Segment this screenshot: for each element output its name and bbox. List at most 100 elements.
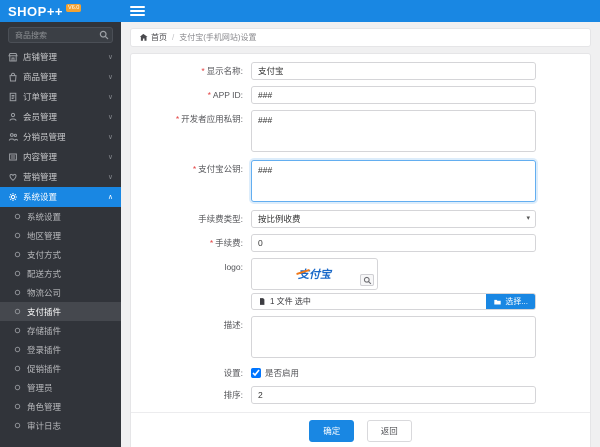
- enable-checkbox[interactable]: [251, 368, 261, 378]
- magnifier-icon[interactable]: [360, 274, 374, 286]
- chevron-down-icon: ∨: [107, 154, 113, 161]
- sidebar-subitem-roles[interactable]: 角色管理: [0, 397, 121, 416]
- breadcrumb-separator: /: [172, 33, 175, 42]
- chevron-down-icon: ▾: [526, 215, 530, 222]
- display-name-input[interactable]: [251, 62, 536, 80]
- fee-type-selected-value: 按比例收费: [258, 214, 301, 224]
- form-row-public-key: 支付宝公钥: ###: [131, 160, 590, 204]
- sidebar-item-distributors[interactable]: 分销员管理 ∨: [0, 127, 121, 147]
- sidebar-subitem-promotion-plugins[interactable]: 促销插件: [0, 359, 121, 378]
- sidebar-item-label: 内容管理: [23, 152, 58, 162]
- sidebar-item-orders[interactable]: 订单管理 ∨: [0, 87, 121, 107]
- file-icon: [260, 298, 265, 305]
- form-row-private-key: 开发者应用私钥: ###: [131, 110, 590, 154]
- sidebar-subitem-label: 配送方式: [27, 268, 62, 279]
- settings-label: 设置:: [223, 368, 243, 378]
- back-button[interactable]: 返回: [366, 420, 412, 442]
- fee-label: 手续费:: [131, 234, 251, 252]
- circle-bullet-icon: [13, 307, 22, 316]
- sidebar-subitem-label: 促销插件: [27, 363, 62, 374]
- form-footer: 确定 返回: [131, 412, 590, 447]
- search-icon[interactable]: [99, 30, 109, 40]
- sidebar-item-label: 分销员管理: [23, 132, 66, 142]
- sidebar-subitem-regions[interactable]: 地区管理: [0, 226, 121, 245]
- sidebar-item-label: 系统设置: [23, 192, 58, 202]
- fee-type-select[interactable]: 按比例收费 ▾: [251, 210, 536, 228]
- file-upload-bar: 1 文件 选中 选择...: [251, 293, 536, 310]
- sidebar-item-marketing[interactable]: 营销管理 ∨: [0, 167, 121, 187]
- sidebar-subitem-login-plugins[interactable]: 登录插件: [0, 340, 121, 359]
- sidebar-subitem-label: 支付方式: [27, 249, 62, 260]
- description-label: 描述:: [223, 320, 243, 330]
- main-area: 首页 / 支付宝(手机网站)设置 显示名称: APP ID: 开发者应用私钥: …: [121, 0, 600, 447]
- public-key-textarea[interactable]: ###: [251, 160, 536, 202]
- sidebar-subitem-label: 存储插件: [27, 325, 62, 336]
- sidebar-subitem-payment-methods[interactable]: 支付方式: [0, 245, 121, 264]
- chevron-down-icon: ∨: [107, 74, 113, 81]
- order-icon: [8, 92, 18, 102]
- breadcrumb-home-label: 首页: [151, 33, 167, 42]
- content-area: 首页 / 支付宝(手机网站)设置 显示名称: APP ID: 开发者应用私钥: …: [121, 22, 600, 447]
- chevron-down-icon: ∨: [107, 94, 113, 101]
- top-bar: [121, 0, 600, 22]
- breadcrumb-current: 支付宝(手机网站)设置: [179, 33, 257, 42]
- chevron-down-icon: ∨: [107, 174, 113, 181]
- private-key-textarea[interactable]: ###: [251, 110, 536, 152]
- folder-icon: [494, 299, 502, 305]
- display-name-label: 显示名称:: [131, 62, 251, 80]
- sidebar-subitem-label: 角色管理: [27, 401, 62, 412]
- sidebar-item-members[interactable]: 会员管理 ∨: [0, 107, 121, 127]
- sidebar-subitem-label: 审计日志: [27, 420, 62, 431]
- sidebar-subitem-label: 物流公司: [27, 287, 62, 298]
- heart-icon: [8, 172, 18, 182]
- public-key-label: 支付宝公钥:: [131, 160, 251, 204]
- payment-plugin-form: 显示名称: APP ID: 开发者应用私钥: ### 支付宝公钥: ### 手续…: [130, 53, 591, 447]
- sidebar-subitem-system-settings[interactable]: 系统设置: [0, 207, 121, 226]
- store-icon: [8, 52, 18, 62]
- sidebar-item-content[interactable]: 内容管理 ∨: [0, 147, 121, 167]
- form-row-fee-type: 手续费类型: 按比例收费 ▾: [131, 210, 590, 228]
- sidebar-subitem-shipping-methods[interactable]: 配送方式: [0, 264, 121, 283]
- sidebar-subitem-label: 登录插件: [27, 344, 62, 355]
- alipay-logo-image: 支付宝: [298, 266, 331, 282]
- hamburger-menu-icon[interactable]: [130, 4, 145, 18]
- member-icon: [8, 112, 18, 122]
- fee-input[interactable]: [251, 234, 536, 252]
- sidebar-item-system-settings[interactable]: 系统设置 ∧: [0, 187, 121, 207]
- goods-icon: [8, 72, 18, 82]
- sidebar-item-goods[interactable]: 商品管理 ∨: [0, 67, 121, 87]
- circle-bullet-icon: [13, 402, 22, 411]
- sort-label: 排序:: [223, 390, 243, 400]
- home-icon: [139, 33, 148, 41]
- sidebar-subitem-audit-log[interactable]: 审计日志: [0, 416, 121, 435]
- sidebar-subitem-storage-plugins[interactable]: 存储插件: [0, 321, 121, 340]
- sort-input[interactable]: [251, 386, 536, 404]
- sidebar-subitem-logistics[interactable]: 物流公司: [0, 283, 121, 302]
- form-row-display-name: 显示名称:: [131, 62, 590, 80]
- sidebar-search: [0, 22, 121, 47]
- sidebar-item-label: 商品管理: [23, 72, 58, 82]
- sidebar-subitem-payment-plugins[interactable]: 支付插件: [0, 302, 121, 321]
- private-key-label: 开发者应用私钥:: [131, 110, 251, 154]
- chevron-down-icon: ∨: [107, 54, 113, 61]
- confirm-button[interactable]: 确定: [309, 420, 355, 442]
- logo-bar: SHOP++ V6.0: [0, 0, 121, 22]
- sidebar-subitem-admins[interactable]: 管理员: [0, 378, 121, 397]
- description-textarea[interactable]: [251, 316, 536, 358]
- choose-file-button[interactable]: 选择...: [486, 294, 535, 309]
- logo-label: logo:: [224, 262, 243, 272]
- sidebar-subitem-label: 地区管理: [27, 230, 62, 241]
- fee-type-label: 手续费类型:: [198, 214, 243, 224]
- sidebar: SHOP++ V6.0 店铺管理 ∨ 商品管理 ∨: [0, 0, 121, 447]
- file-selected-info: 1 文件 选中: [252, 296, 486, 307]
- sidebar-menu: 店铺管理 ∨ 商品管理 ∨ 订单管理 ∨ 会员管理 ∨ 分销员管理 ∨ 内容管理…: [0, 47, 121, 447]
- form-row-sort: 排序:: [131, 386, 590, 404]
- sidebar-item-label: 营销管理: [23, 172, 58, 182]
- circle-bullet-icon: [13, 364, 22, 373]
- sidebar-item-store[interactable]: 店铺管理 ∨: [0, 47, 121, 67]
- search-input[interactable]: [8, 27, 113, 43]
- sidebar-subitem-label: 管理员: [27, 382, 53, 393]
- breadcrumb: 首页 / 支付宝(手机网站)设置: [130, 28, 591, 47]
- app-id-input[interactable]: [251, 86, 536, 104]
- breadcrumb-home-link[interactable]: 首页: [139, 32, 167, 43]
